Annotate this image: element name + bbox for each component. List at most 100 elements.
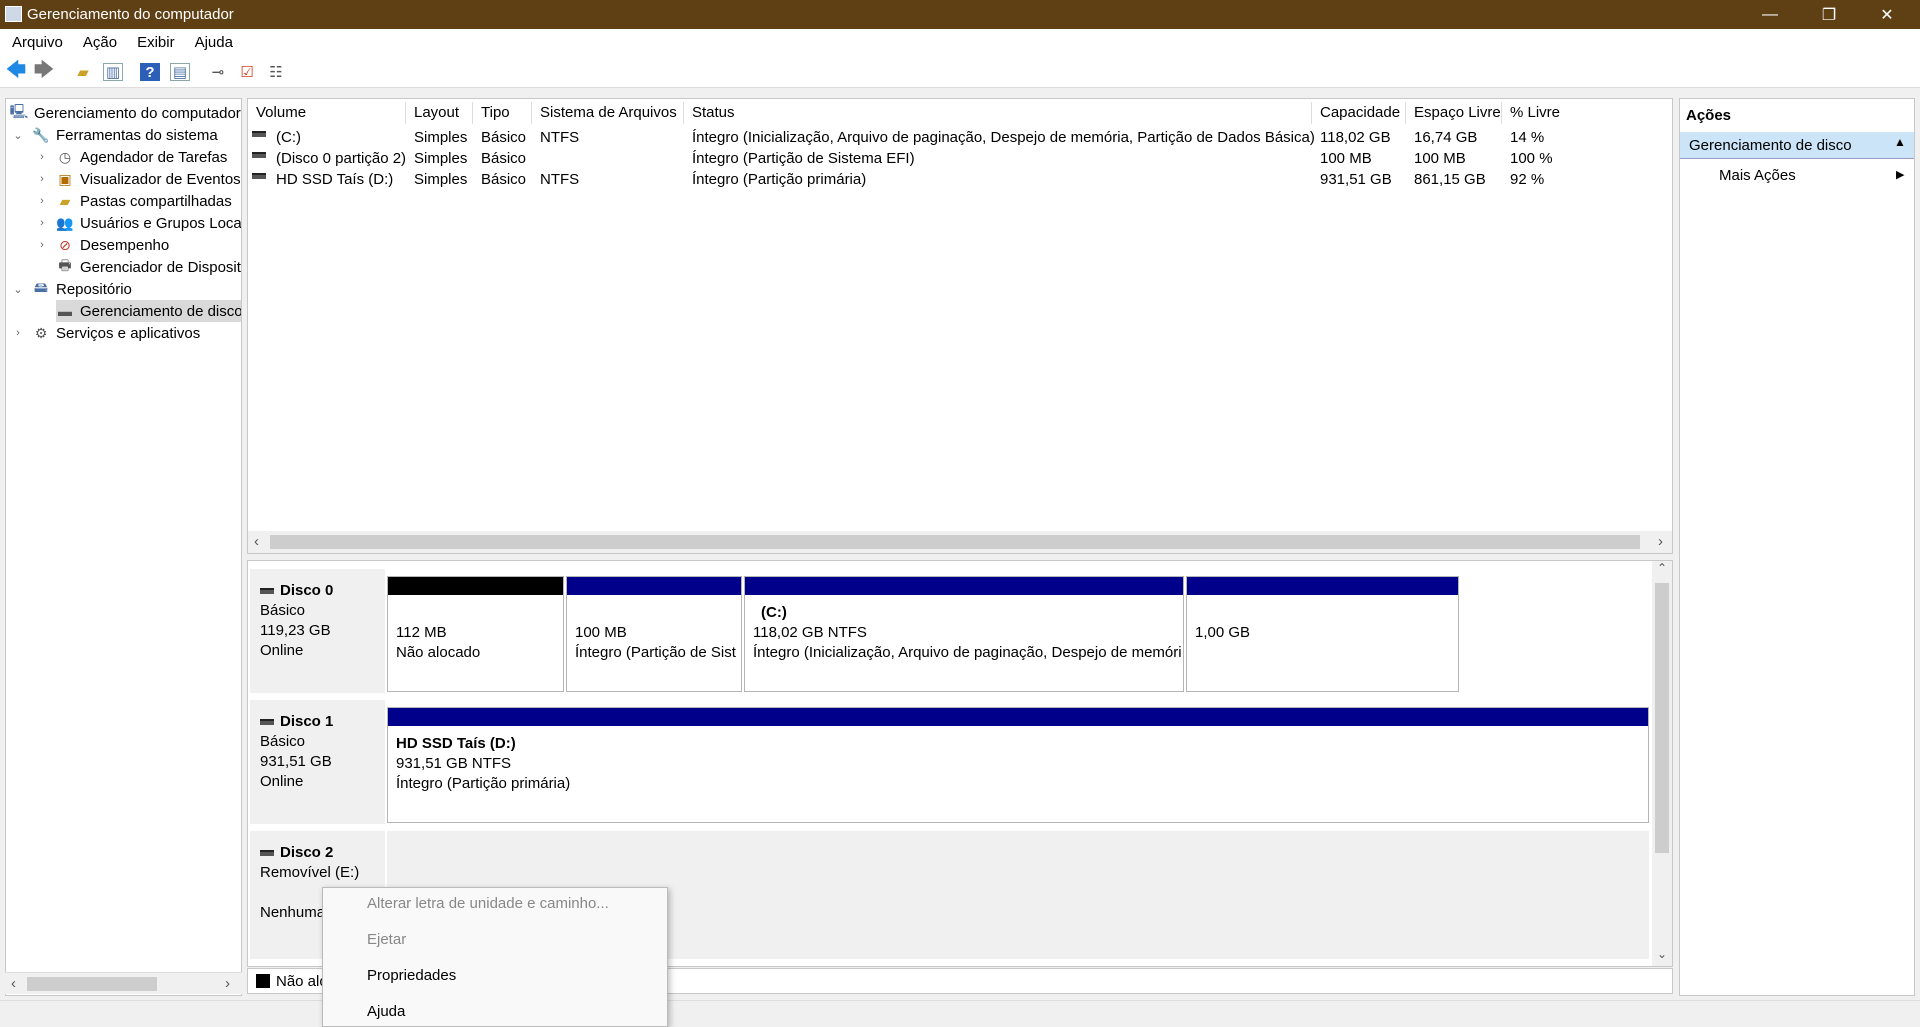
scroll-left-icon[interactable]: ‹: [11, 975, 16, 992]
tree-item-visualizador[interactable]: › ▣ Visualizador de Eventos: [36, 168, 241, 190]
menu-eject[interactable]: Ejetar: [367, 931, 406, 948]
menu-bar: Arquivo Ação Exibir Ajuda: [0, 29, 1920, 56]
users-icon: 👥: [56, 214, 74, 231]
cell-percent: 92 %: [1510, 171, 1545, 188]
cell-capacidade: 931,51 GB: [1320, 171, 1392, 188]
scroll-right-icon[interactable]: ›: [1658, 533, 1663, 550]
collapse-icon[interactable]: ▲: [1894, 135, 1906, 149]
partition-bar: [745, 577, 1183, 595]
menu-exibir[interactable]: Exibir: [137, 34, 175, 51]
tree-item-desempenho[interactable]: › ⊘ Desempenho: [36, 234, 169, 256]
storage-icon: 🖴: [33, 279, 49, 295]
partition-d[interactable]: HD SSD Taís (D:) 931,51 GB NTFS Íntegro …: [387, 707, 1649, 823]
menu-properties[interactable]: Propriedades: [367, 967, 456, 984]
show-action-pane-icon[interactable]: ▤: [170, 63, 190, 81]
col-tipo[interactable]: Tipo: [473, 102, 532, 124]
disk-0-label[interactable]: Disco 0 Básico 119,23 GB Online: [250, 569, 385, 693]
scroll-down-icon[interactable]: ⌄: [1657, 947, 1667, 961]
disk-vertical-scrollbar[interactable]: ⌃ ⌄: [1652, 561, 1672, 966]
tree-item-agendador[interactable]: › ◷ Agendador de Tarefas: [36, 146, 227, 168]
cell-tipo: Básico: [481, 171, 527, 188]
cell-layout: Simples: [414, 171, 468, 188]
chevron-down-icon[interactable]: ⌄: [12, 283, 24, 296]
cell-volume: (Disco 0 partição 2): [276, 150, 407, 167]
chevron-right-icon[interactable]: ›: [36, 239, 48, 251]
partition-bar: [1187, 577, 1458, 595]
navigation-tree: 🖳 Gerenciamento do computador ⌄ 🔧 Ferram…: [5, 98, 242, 996]
cell-percent: 100 %: [1510, 150, 1553, 167]
col-volume[interactable]: Volume: [248, 102, 406, 124]
menu-change-drive-letter[interactable]: Alterar letra de unidade e caminho...: [367, 895, 609, 912]
disk-icon: [260, 719, 274, 726]
cell-capacidade: 100 MB: [1320, 150, 1372, 167]
cell-sistema: NTFS: [540, 129, 580, 146]
chevron-right-icon[interactable]: ›: [12, 327, 24, 339]
tree-item-servicos[interactable]: › ⚙ Serviços e aplicativos: [12, 322, 200, 344]
partition-efi[interactable]: 100 MB Íntegro (Partição de Sist: [566, 576, 742, 692]
submenu-arrow-icon: ▶: [1896, 169, 1905, 181]
tree-item-ferramentas[interactable]: ⌄ 🔧 Ferramentas do sistema: [12, 124, 217, 146]
actions-header: Ações: [1686, 107, 1732, 124]
chevron-right-icon[interactable]: ›: [36, 173, 48, 185]
menu-ajuda[interactable]: Ajuda: [195, 34, 233, 51]
menu-arquivo[interactable]: Arquivo: [12, 34, 63, 51]
context-menu: Alterar letra de unidade e caminho... Ej…: [322, 887, 668, 1027]
cell-espaco: 16,74 GB: [1414, 129, 1478, 146]
minimize-button[interactable]: —: [1747, 0, 1793, 29]
disk-1-label[interactable]: Disco 1 Básico 931,51 GB Online: [250, 700, 385, 824]
cell-tipo: Básico: [481, 129, 527, 146]
chevron-right-icon[interactable]: ›: [36, 195, 48, 207]
actions-section[interactable]: Gerenciamento de disco ▲: [1680, 132, 1914, 159]
tree-item-usuarios[interactable]: › 👥 Usuários e Grupos Locai: [36, 212, 241, 234]
event-viewer-icon: ▣: [58, 170, 72, 187]
restore-button[interactable]: ❐: [1806, 0, 1852, 29]
chevron-down-icon[interactable]: ⌄: [12, 129, 24, 142]
menu-acao[interactable]: Ação: [83, 34, 117, 51]
tree-horizontal-scrollbar[interactable]: ‹ ›: [5, 972, 242, 994]
up-folder-icon[interactable]: ▰: [73, 63, 93, 81]
partition-c[interactable]: (C:) 118,02 GB NTFS Íntegro (Inicializaç…: [744, 576, 1184, 692]
tree-root[interactable]: 🖳 Gerenciamento do computador: [10, 102, 241, 124]
partition-unallocated[interactable]: 112 MB Não alocado: [387, 576, 564, 692]
more-actions[interactable]: Mais Ações ▶: [1680, 163, 1914, 189]
properties-icon[interactable]: ☷: [266, 63, 286, 81]
chevron-right-icon[interactable]: ›: [36, 217, 48, 229]
partition-bar: [388, 708, 1648, 726]
cell-tipo: Básico: [481, 150, 527, 167]
col-percent-livre[interactable]: % Livre: [1502, 102, 1672, 124]
help-icon[interactable]: ?: [140, 63, 160, 81]
scroll-thumb[interactable]: [270, 535, 1640, 549]
partition-recovery[interactable]: 1,00 GB: [1186, 576, 1459, 692]
performance-icon: ⊘: [59, 236, 71, 253]
col-sistema[interactable]: Sistema de Arquivos: [532, 102, 684, 124]
col-espaco-livre[interactable]: Espaço Livre: [1406, 102, 1502, 124]
tree-item-gerenciamento-disco[interactable]: ▬ Gerenciamento de disco: [56, 300, 241, 322]
services-icon: ⚙: [34, 324, 48, 341]
volume-horizontal-scrollbar[interactable]: ‹ ›: [248, 531, 1672, 553]
tree-item-repositorio[interactable]: ⌄ 🖴 Repositório: [12, 278, 131, 300]
scroll-thumb[interactable]: [27, 977, 157, 991]
close-button[interactable]: ✕: [1864, 0, 1910, 29]
tree-item-gerenciador-dispositivos[interactable]: 🖶 Gerenciador de Disposit: [36, 256, 241, 278]
tree-item-pastas[interactable]: › ▰ Pastas compartilhadas: [36, 190, 232, 212]
show-hide-tree-icon[interactable]: ▥: [103, 63, 123, 81]
drive-icon: [252, 152, 266, 158]
forward-arrow-icon[interactable]: 🡆: [34, 59, 55, 81]
col-status[interactable]: Status: [684, 102, 1312, 124]
col-layout[interactable]: Layout: [406, 102, 473, 124]
volume-list: Volume Layout Tipo Sistema de Arquivos S…: [247, 98, 1673, 554]
connect-icon[interactable]: ⊸: [208, 63, 228, 81]
scroll-thumb[interactable]: [1655, 583, 1669, 853]
scroll-left-icon[interactable]: ‹: [254, 533, 259, 550]
window-title: Gerenciamento do computador: [27, 6, 234, 23]
scroll-up-icon[interactable]: ⌃: [1657, 561, 1667, 575]
menu-help[interactable]: Ajuda: [367, 1003, 405, 1020]
scroll-right-icon[interactable]: ›: [225, 975, 230, 992]
back-arrow-icon[interactable]: 🡄: [6, 59, 27, 81]
chevron-right-icon[interactable]: ›: [36, 151, 48, 163]
disk-management-icon: ▬: [58, 303, 72, 319]
partition-bar: [388, 577, 563, 595]
col-capacidade[interactable]: Capacidade: [1312, 102, 1406, 124]
checklist-icon[interactable]: ☑: [237, 63, 257, 81]
computer-management-icon: [5, 6, 22, 22]
